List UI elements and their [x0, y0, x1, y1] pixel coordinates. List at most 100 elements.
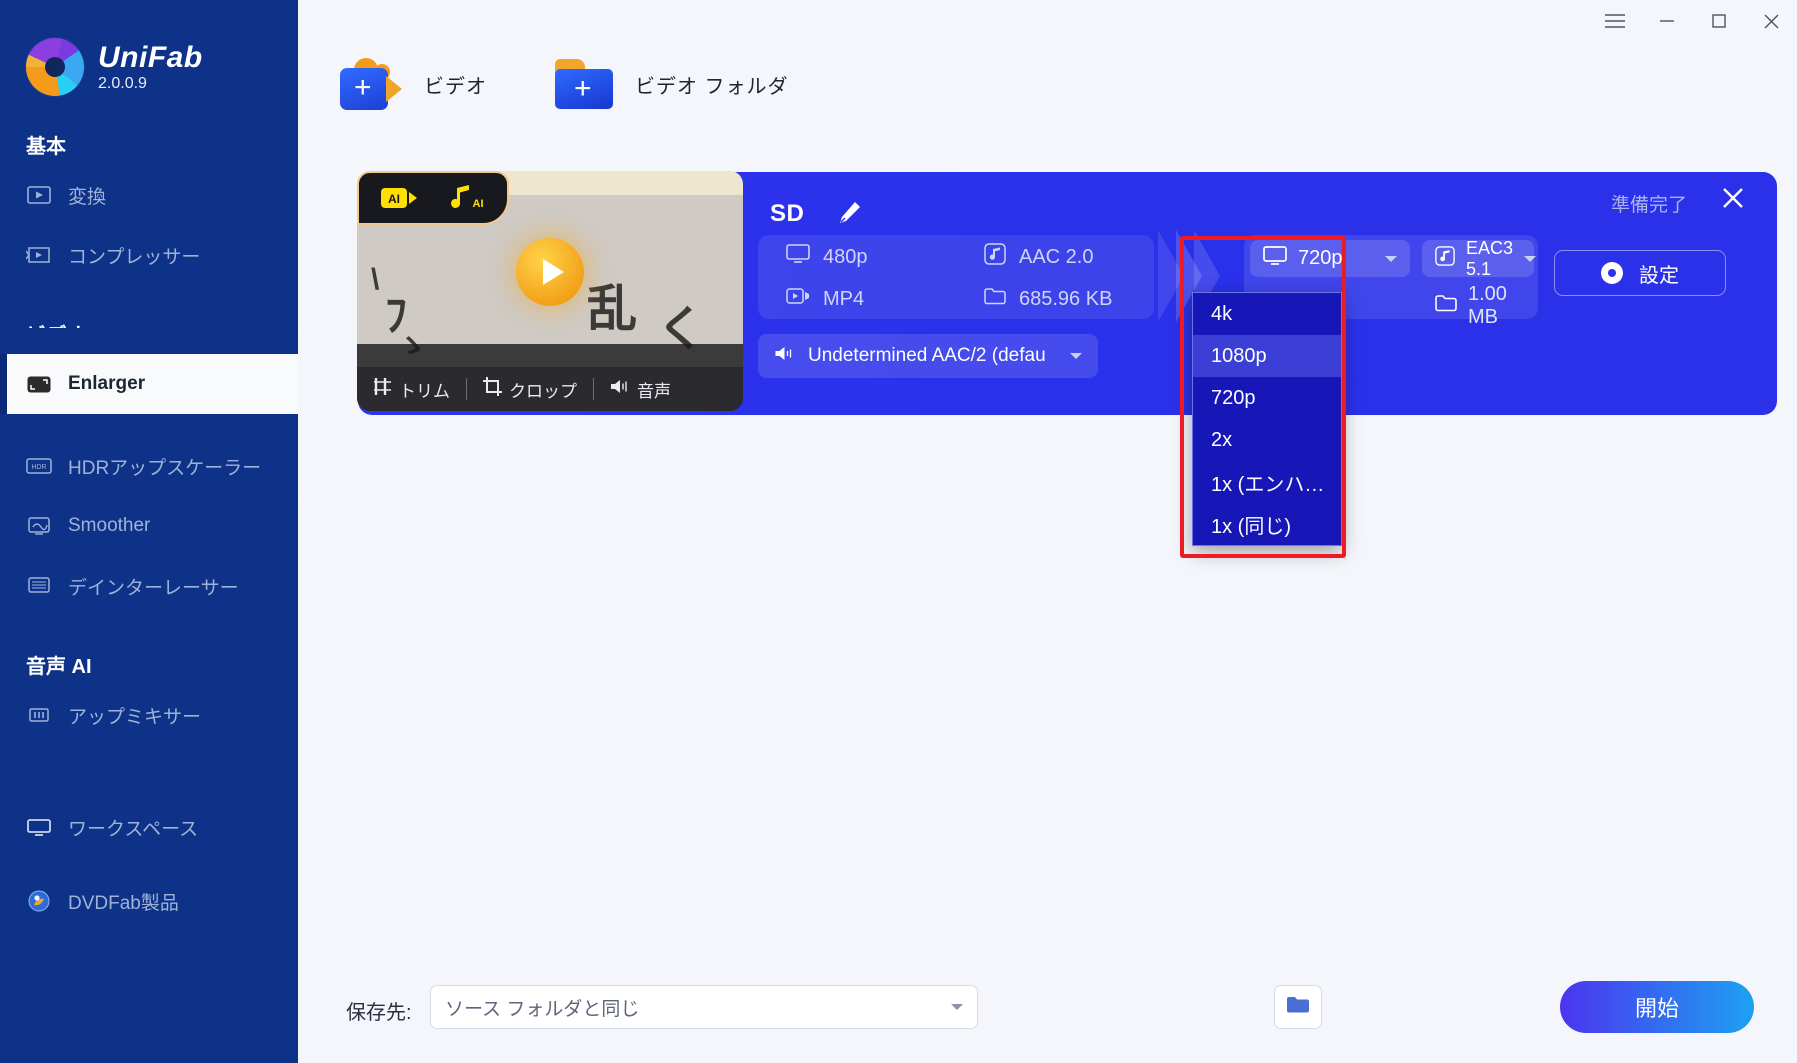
audio-button[interactable]: 音声 — [594, 377, 687, 402]
chevron-down-icon — [1070, 353, 1082, 359]
bottom-bar: 保存先: ソース フォルダと同じ 開始 — [298, 951, 1797, 1063]
upmixer-icon — [26, 703, 52, 727]
start-label: 開始 — [1634, 996, 1679, 1021]
audio-track-value: Undetermined AAC/2 (defau — [808, 345, 1046, 366]
output-audio-value: EAC3 5.1 — [1466, 237, 1514, 279]
hdr-icon: HDR — [26, 454, 52, 478]
monitor-icon — [786, 244, 810, 270]
folder-icon — [1286, 995, 1310, 1020]
folder-icon — [1435, 294, 1457, 318]
save-destination-value: ソース フォルダと同じ — [445, 998, 640, 1020]
sidebar-item-hdr-upscaler[interactable]: HDR HDRアップスケーラー — [0, 436, 298, 496]
dropdown-option-1x-enhance[interactable]: 1x (エンハ… — [1193, 461, 1341, 503]
sidebar-item-label: ワークスペース — [68, 818, 199, 840]
source-format: MP4 — [758, 287, 956, 311]
dropdown-option-4k[interactable]: 4k — [1193, 293, 1341, 335]
video-thumbnail[interactable]: \ ﾌ 乱 く ゝ AI AI トリム クロップ 音声 — [357, 171, 743, 411]
sidebar-item-label: 変換 — [68, 186, 107, 208]
dropdown-option-2x[interactable]: 2x — [1193, 419, 1341, 461]
sidebar-item-deinterlacer[interactable]: デインターレーサー — [0, 556, 298, 616]
play-button[interactable] — [516, 237, 584, 306]
save-destination-select[interactable]: ソース フォルダと同じ — [430, 985, 978, 1029]
sidebar-item-label: Smoother — [68, 515, 151, 536]
sidebar-item-upmixer[interactable]: アップミキサー — [0, 685, 298, 745]
sidebar-item-label: アップミキサー — [68, 706, 202, 728]
sidebar: UniFab 2.0.0.9 基本 変換 コンプレッサー ビデオ AI Enla… — [0, 0, 298, 1063]
sidebar-item-enlarger[interactable]: Enlarger — [0, 328, 298, 414]
dropdown-option-1080p[interactable]: 1080p — [1193, 335, 1341, 377]
sidebar-item-label: Enlarger — [68, 373, 146, 394]
video-file-icon — [786, 287, 810, 311]
chevron-down-icon — [1524, 255, 1537, 262]
gear-icon — [1601, 262, 1623, 284]
folder-icon — [984, 287, 1006, 311]
sidebar-item-dvdfab-products[interactable]: DVDFab製品 — [0, 871, 298, 931]
output-resolution-select[interactable]: 720p — [1250, 240, 1410, 277]
add-video-folder-button[interactable]: + ビデオ フォルダ — [555, 59, 789, 109]
svg-text:AI: AI — [473, 198, 484, 210]
source-size: 685.96 KB — [956, 287, 1154, 311]
source-audio: AAC 2.0 — [956, 243, 1154, 271]
audio-icon — [774, 345, 795, 368]
add-video-icon: + — [340, 58, 402, 110]
chevron-down-icon — [951, 1004, 963, 1010]
svg-text:AI: AI — [388, 192, 400, 206]
chevron-down-icon — [1385, 255, 1397, 262]
add-folder-label: ビデオ フォルダ — [635, 75, 789, 98]
browse-folder-button[interactable] — [1274, 985, 1322, 1029]
ai-audio-badge-icon: AI — [447, 184, 487, 212]
ai-badges: AI AI — [357, 171, 509, 225]
dropdown-option-1x-same[interactable]: 1x (同じ) — [1193, 503, 1341, 545]
source-resolution: 480p — [758, 244, 956, 270]
sidebar-group-basic: 基本 — [26, 136, 66, 158]
output-audio-select[interactable]: EAC3 5.1 — [1422, 237, 1537, 279]
edit-pencil-icon[interactable] — [836, 200, 862, 231]
unifab-logo-icon — [26, 38, 84, 96]
add-folder-icon: + — [555, 59, 613, 109]
close-button[interactable] — [1745, 0, 1797, 42]
smoother-icon — [26, 514, 52, 538]
quality-label: SD — [770, 200, 805, 227]
dropdown-option-720p[interactable]: 720p — [1193, 377, 1341, 419]
app-window: UniFab 2.0.0.9 基本 変換 コンプレッサー ビデオ AI Enla… — [0, 0, 1797, 1063]
crop-button[interactable]: クロップ — [467, 377, 593, 402]
source-audio-value: AAC 2.0 — [1019, 245, 1094, 268]
crop-icon — [483, 377, 502, 401]
trim-button[interactable]: トリム — [357, 377, 466, 402]
sidebar-item-smoother[interactable]: Smoother — [0, 496, 298, 556]
sidebar-item-workspace[interactable]: ワークスペース — [0, 797, 298, 857]
app-version: 2.0.0.9 — [98, 74, 147, 92]
enlarger-icon — [26, 372, 52, 396]
thumbnail-tools: トリム クロップ 音声 — [357, 367, 743, 411]
minimize-button[interactable] — [1641, 0, 1693, 42]
start-button[interactable]: 開始 — [1560, 981, 1754, 1033]
status-badge: 準備完了 — [1610, 195, 1687, 216]
convert-icon — [26, 183, 52, 207]
crop-label: クロップ — [509, 381, 577, 401]
music-note-icon — [984, 243, 1006, 271]
dvdfab-icon — [26, 889, 52, 913]
audio-icon — [610, 378, 630, 400]
trim-icon — [373, 377, 392, 401]
sidebar-item-label: DVDFab製品 — [68, 892, 179, 914]
add-video-button[interactable]: + ビデオ — [340, 58, 487, 110]
add-source-toolbar: + ビデオ + ビデオ フォルダ — [340, 58, 789, 110]
save-to-label: 保存先: — [346, 1002, 412, 1024]
sidebar-item-compressor[interactable]: コンプレッサー — [0, 225, 298, 285]
source-info-box: 480p AAC 2.0 MP4 685.96 KB — [758, 235, 1154, 319]
output-size-value: 1.00 MB — [1468, 283, 1507, 328]
sidebar-item-label: デインターレーサー — [68, 577, 239, 599]
trim-label: トリム — [399, 381, 450, 401]
maximize-button[interactable] — [1693, 0, 1745, 42]
resolution-dropdown-menu[interactable]: 4k 1080p 720p 2x 1x (エンハ… 1x (同じ) — [1192, 292, 1342, 546]
audio-track-select[interactable]: Undetermined AAC/2 (defau — [758, 334, 1098, 378]
sidebar-item-convert[interactable]: 変換 — [0, 165, 298, 225]
sidebar-group-video-ai: ビデオ AI — [26, 325, 112, 347]
music-note-icon — [1435, 246, 1455, 271]
settings-label: 設定 — [1639, 264, 1679, 287]
app-logo: UniFab 2.0.0.9 — [0, 0, 298, 96]
remove-task-button[interactable] — [1721, 186, 1745, 215]
menu-icon[interactable] — [1589, 0, 1641, 42]
settings-button[interactable]: 設定 — [1554, 250, 1726, 296]
output-size: 1.00 MB — [1435, 283, 1538, 329]
